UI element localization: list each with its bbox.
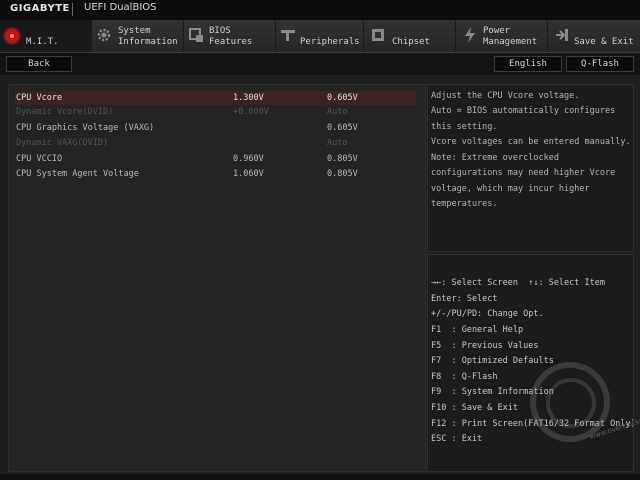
setting-value: Auto [327, 138, 348, 148]
tab-system-information[interactable]: System Information [92, 20, 184, 52]
peripherals-icon [281, 30, 295, 41]
tab-peripherals[interactable]: Peripherals [276, 20, 364, 52]
setting-current-value: +0.000V [233, 107, 269, 117]
setting-value[interactable]: 0.605V [327, 91, 358, 105]
settings-panel: CPU Vcore 1.300V 0.605V Dynamic Vcore(DV… [8, 84, 426, 472]
help-text: Vcore voltages can be entered manually. [431, 137, 631, 147]
help-text: Auto = BIOS automatically configures [431, 106, 616, 116]
brand-logo: GIGABYTE [10, 3, 70, 14]
setting-value: Auto [327, 107, 348, 117]
main-tabs: M.I.T. System Information BIOS Features … [0, 20, 640, 53]
setting-row-cpu-system-agent-voltage[interactable]: CPU System Agent Voltage 1.060V 0.805V [15, 167, 423, 181]
key-hint: F7 : Optimized Defaults [431, 356, 554, 366]
key-hint: F10 : Save & Exit [431, 403, 518, 413]
setting-current-value: 1.300V [233, 93, 264, 103]
tab-chipset[interactable]: Chipset [364, 20, 456, 52]
tab-label: System Information [118, 26, 178, 47]
mit-red-dot-icon [5, 29, 19, 43]
help-text: this setting. [431, 122, 498, 132]
setting-name: Dynamic VAXG(DVID) [16, 138, 109, 148]
key-hint: F1 : General Help [431, 325, 524, 335]
setting-row-cpu-vcore[interactable]: CPU Vcore 1.300V 0.605V [15, 91, 423, 105]
key-hint: F8 : Q-Flash [431, 372, 498, 382]
tab-bios-features[interactable]: BIOS Features [184, 20, 276, 52]
tab-label: Power Management [483, 26, 538, 47]
help-text: configurations may need higher Vcore [431, 168, 616, 178]
exit-arrow-icon [556, 29, 568, 41]
setting-value[interactable]: 0.605V [327, 121, 358, 135]
help-text: Note: Extreme overclocked [431, 153, 559, 163]
qflash-button[interactable]: Q-Flash [566, 56, 634, 72]
gear-icon [97, 28, 111, 42]
setting-name: CPU Vcore [16, 93, 63, 103]
key-hint: +/-/PU/PD: Change Opt. [431, 309, 544, 319]
tab-label: Peripherals [300, 37, 360, 47]
setting-row-cpu-graphics-voltage[interactable]: CPU Graphics Voltage (VAXG) 0.605V [15, 121, 423, 135]
key-hint: ESC : Exit [431, 434, 483, 444]
tab-label: M.I.T. [26, 37, 59, 47]
tab-mit[interactable]: M.I.T. [0, 20, 92, 52]
setting-row-dynamic-vaxg: Dynamic VAXG(DVID) Auto [15, 136, 423, 150]
key-hint: F5 : Previous Values [431, 341, 539, 351]
top-bar: GIGABYTE UEFI DualBIOS [0, 0, 640, 21]
brand-separator [72, 3, 73, 16]
setting-name: CPU System Agent Voltage [16, 169, 139, 179]
bios-chip-icon [189, 28, 203, 42]
key-hint: Enter: Select [431, 294, 498, 304]
help-text: voltage, which may incur higher [431, 184, 590, 194]
setting-value[interactable]: 0.805V [327, 152, 358, 166]
tab-power-management[interactable]: Power Management [456, 20, 548, 52]
setting-row-cpu-vccio[interactable]: CPU VCCIO 0.960V 0.805V [15, 152, 423, 166]
power-icon [465, 27, 475, 43]
help-text: Adjust the CPU Vcore voltage. [431, 91, 580, 101]
setting-value[interactable]: 0.805V [327, 167, 358, 181]
setting-current-value: 1.060V [233, 169, 264, 179]
setting-name: CPU VCCIO [16, 154, 63, 164]
nav-bar: Back English Q-Flash [0, 53, 640, 75]
setting-row-dynamic-vcore: Dynamic Vcore(DVID) +0.000V Auto [15, 105, 423, 119]
tab-label: BIOS Features [209, 26, 253, 47]
help-text: temperatures. [431, 199, 498, 209]
help-panel: Adjust the CPU Vcore voltage. Auto = BIO… [427, 84, 634, 252]
tab-save-exit[interactable]: Save & Exit [548, 20, 640, 52]
back-button[interactable]: Back [6, 56, 72, 72]
watermark-ring-inner [546, 378, 596, 428]
setting-name: Dynamic Vcore(DVID) [16, 107, 114, 117]
bottom-bar [0, 474, 640, 480]
key-legend-panel: →←: Select Screen ↑↓: Select Item Enter:… [427, 254, 634, 472]
chipset-icon [372, 29, 384, 41]
setting-name: CPU Graphics Voltage (VAXG) [16, 123, 155, 133]
setting-current-value: 0.960V [233, 154, 264, 164]
tab-label: Save & Exit [574, 37, 634, 47]
key-hint: →←: Select Screen ↑↓: Select Item [431, 278, 605, 288]
language-button[interactable]: English [494, 56, 562, 72]
tab-label: Chipset [392, 37, 430, 47]
bios-title: UEFI DualBIOS [84, 2, 157, 13]
